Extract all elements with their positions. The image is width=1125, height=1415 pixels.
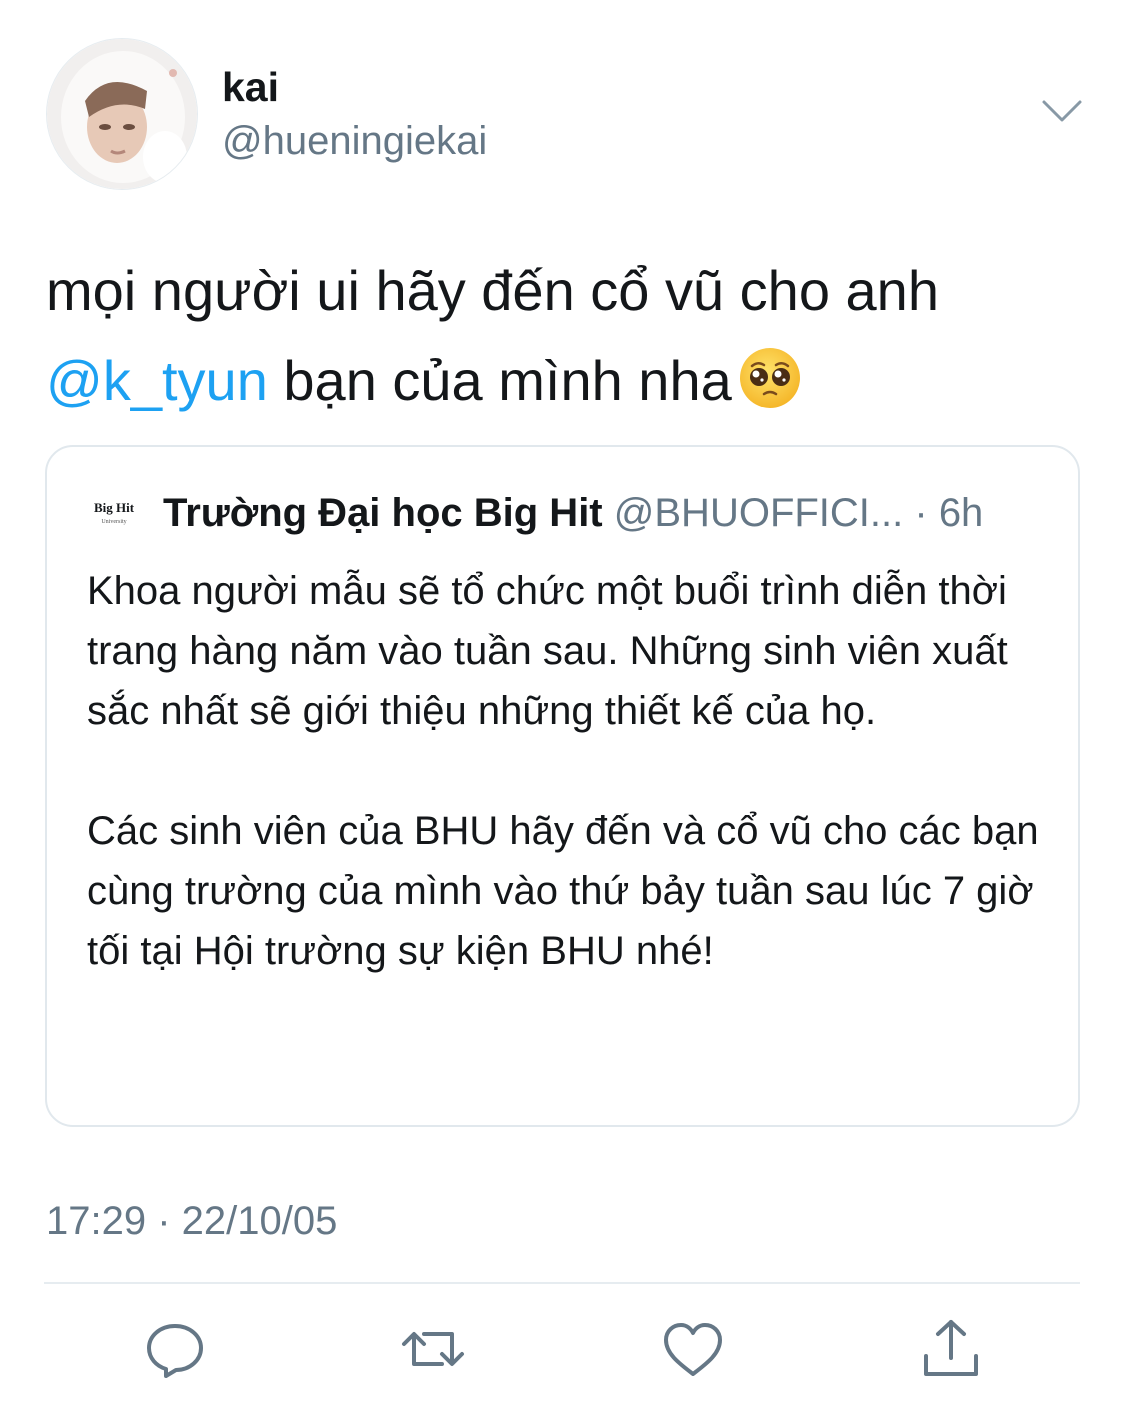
pleading-face-emoji-icon bbox=[738, 346, 802, 410]
divider bbox=[44, 1282, 1080, 1284]
avatar-photo-icon bbox=[47, 39, 197, 189]
more-options-button[interactable] bbox=[1040, 96, 1084, 126]
tweet-line-2: @k_tyun bạn của mình nha bbox=[46, 336, 1086, 426]
quoted-tweet-body: Khoa người mẫu sẽ tổ chức một buổi trình… bbox=[87, 561, 1057, 981]
tweet-line-2-text: bạn của mình nha bbox=[267, 349, 732, 412]
quoted-time: · 6h bbox=[903, 491, 984, 535]
retweet-button[interactable] bbox=[400, 1316, 466, 1382]
big-hit-logo-icon: Big Hit University bbox=[94, 500, 135, 525]
tweet-line-1: mọi người ui hãy đến cổ vũ cho anh bbox=[46, 259, 939, 322]
tweet-timestamp[interactable]: 17:29 · 22/10/05 bbox=[46, 1196, 337, 1246]
like-icon bbox=[664, 1323, 722, 1376]
quoted-tweet-header: Trường Đại học Big Hit @BHUOFFICI... · 6… bbox=[163, 485, 983, 541]
tweet-text: mọi người ui hãy đến cổ vũ cho anh @k_ty… bbox=[46, 246, 1086, 426]
reply-icon bbox=[147, 1324, 203, 1378]
mention-link[interactable]: @k_tyun bbox=[46, 349, 268, 412]
reply-button[interactable] bbox=[142, 1316, 208, 1382]
user-handle[interactable]: @hueningiekai bbox=[222, 116, 487, 166]
display-name[interactable]: kai bbox=[222, 62, 279, 112]
like-button[interactable] bbox=[660, 1316, 726, 1382]
share-button[interactable] bbox=[918, 1316, 984, 1382]
retweet-icon bbox=[402, 1332, 464, 1366]
quoted-paragraph-2: Các sinh viên của BHU hãy đến và cổ vũ c… bbox=[87, 809, 1039, 973]
avatar[interactable] bbox=[46, 38, 198, 190]
quoted-author-name[interactable]: Trường Đại học Big Hit bbox=[163, 491, 603, 535]
quoted-tweet[interactable]: Big Hit University Trường Đại học Big Hi… bbox=[45, 445, 1080, 1127]
chevron-down-icon bbox=[1042, 100, 1082, 122]
logo-subtext: University bbox=[101, 519, 126, 525]
share-icon bbox=[924, 1320, 978, 1376]
quoted-paragraph-1: Khoa người mẫu sẽ tổ chức một buổi trình… bbox=[87, 569, 1008, 733]
logo-text: Big Hit bbox=[94, 500, 135, 515]
quoted-author-handle[interactable]: @BHUOFFICI... bbox=[614, 491, 904, 535]
